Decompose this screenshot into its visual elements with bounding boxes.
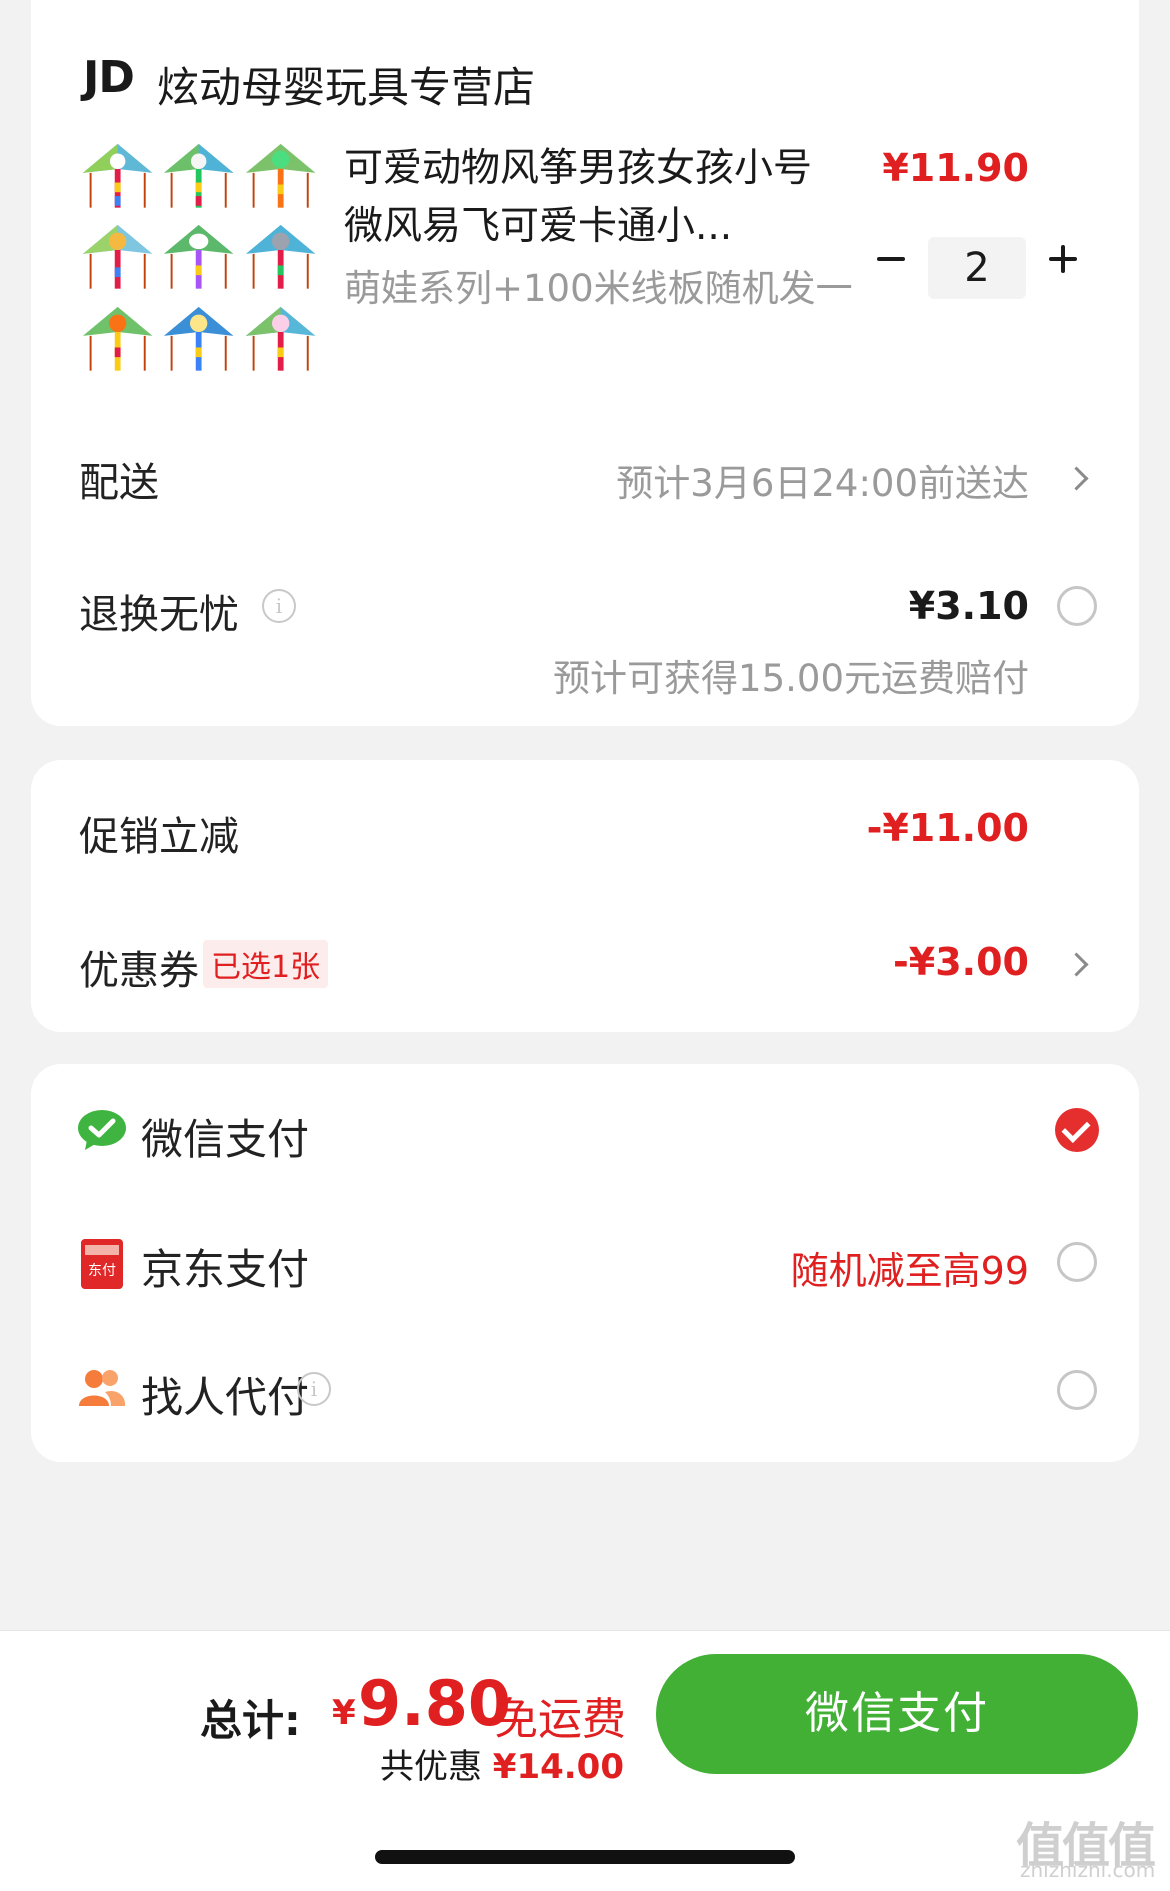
product-spec[interactable]: 萌娃系列+100米线板随机发一 [344,262,864,316]
payment-card: 微信支付 东付 京东支付 随机减至高99 找人代付 i [31,1064,1139,1462]
info-icon[interactable]: i [297,1372,331,1406]
product-image[interactable] [79,140,319,380]
wechat-pay-radio-checked[interactable] [1055,1108,1099,1152]
total-currency: ¥ [332,1693,356,1733]
friend-pay-radio[interactable] [1057,1370,1097,1410]
wechat-pay-label[interactable]: 微信支付 [141,1106,309,1167]
return-insurance-price: ¥3.10 [908,584,1029,628]
jd-pay-icon: 东付 [81,1239,123,1289]
friends-icon [77,1368,127,1408]
order-card: JD 炫动母婴玩具专营店 可爱动物风筝男孩女孩小号微风易飞可爱卡通小... 萌娃… [31,0,1139,726]
watermark-domain: zhizhizhi.com [1020,1858,1156,1882]
kite-image [160,140,237,217]
free-shipping-label: 免运费 [494,1694,626,1745]
kite-image [242,303,319,380]
saved-label: 共优惠 [379,1747,482,1787]
return-insurance-label: 退换无忧 [79,592,239,638]
saved-amount: ¥14.00 [492,1747,624,1787]
jd-pay-icon-stripe [85,1245,119,1255]
jd-pay-radio[interactable] [1057,1242,1097,1282]
wechat-icon [77,1108,127,1152]
pay-button[interactable]: 微信支付 [656,1654,1138,1774]
kite-image [160,303,237,380]
delivery-estimate[interactable]: 预计3月6日24:00前送达 [616,453,1029,507]
discount-card: 促销立减 -¥11.00 优惠券 已选1张 -¥3.00 [31,760,1139,1032]
kite-image [79,140,156,217]
coupon-label: 优惠券 [79,948,199,994]
delivery-label: 配送 [79,460,159,506]
product-title[interactable]: 可爱动物风筝男孩女孩小号微风易飞可爱卡通小... [344,140,814,256]
jd-logo: JD [83,52,135,103]
jd-pay-label[interactable]: 京东支付 [141,1236,309,1297]
chevron-right-icon[interactable] [1064,952,1089,977]
coupon-selected-badge: 已选1张 [203,940,329,988]
kite-image [160,221,237,298]
coupon-value[interactable]: -¥3.00 [893,940,1029,984]
saved-summary[interactable]: 共优惠 ¥14.00 [380,1739,624,1788]
kite-image [79,221,156,298]
promo-value: -¥11.00 [866,806,1029,850]
home-indicator[interactable] [375,1850,795,1864]
total-label: 总计: [200,1696,301,1745]
quantity-increment-button[interactable] [1043,238,1083,278]
kite-image [242,140,319,217]
jd-pay-promo: 随机减至高99 [790,1249,1029,1293]
store-name[interactable]: 炫动母婴玩具专营店 [157,54,535,115]
kite-image [79,303,156,380]
chevron-right-icon[interactable] [1064,466,1089,491]
product-price: ¥11.90 [882,146,1029,190]
kite-image [242,221,319,298]
return-insurance-radio[interactable] [1057,586,1097,626]
quantity-input[interactable]: 2 [928,237,1026,299]
info-icon[interactable]: i [262,589,296,623]
friend-pay-label[interactable]: 找人代付 [141,1364,309,1425]
jd-pay-icon-text: 东付 [88,1263,116,1279]
return-insurance-note: 预计可获得15.00元运费赔付 [553,657,1029,700]
quantity-decrement-button[interactable] [871,238,911,278]
promo-label: 促销立减 [79,814,239,860]
total-amount: 9.80 [358,1667,511,1740]
